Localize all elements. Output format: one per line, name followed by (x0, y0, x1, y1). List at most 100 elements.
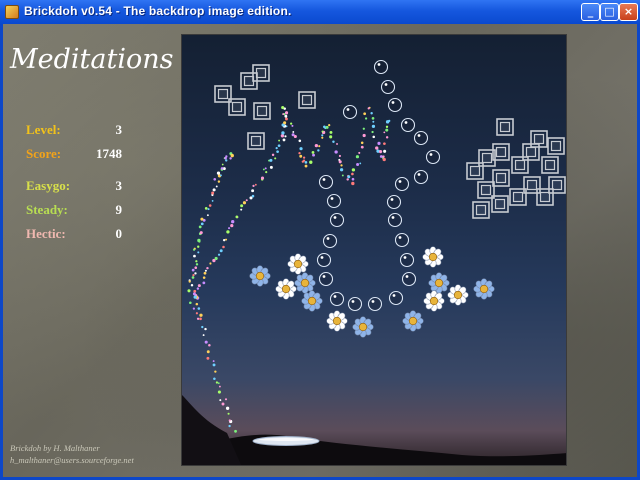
spark (329, 130, 333, 134)
spark (351, 181, 355, 186)
flower-icon[interactable] (422, 246, 444, 268)
bubble-shine (390, 198, 394, 201)
flower-icon[interactable] (249, 265, 271, 287)
spark (206, 356, 210, 360)
spark (200, 222, 204, 226)
playfield-canvas[interactable] (182, 35, 567, 466)
brick-inner (495, 146, 507, 158)
bubble-icon (413, 169, 429, 185)
spark (245, 199, 248, 202)
bubble-ring (388, 290, 404, 306)
flower-icon[interactable] (447, 284, 469, 306)
spark (212, 363, 216, 367)
close-button[interactable]: × (619, 3, 638, 21)
spark (217, 382, 220, 385)
minimize-button[interactable]: _ (581, 3, 600, 21)
bubble-ring (401, 271, 417, 287)
spark (281, 131, 285, 135)
spark (214, 370, 217, 373)
spark (351, 168, 356, 172)
spark (271, 153, 275, 157)
brick-inner (514, 159, 526, 171)
spark (206, 214, 209, 217)
brick-square-icon[interactable] (496, 118, 514, 136)
playfield[interactable] (181, 34, 567, 466)
spark (388, 119, 391, 122)
brick-square-icon[interactable] (547, 137, 565, 155)
spark (204, 207, 208, 210)
spark (321, 136, 324, 139)
tree-silhouette (182, 395, 242, 465)
title-bar[interactable]: Brickdoh v0.54 - The backdrop image edit… (0, 0, 640, 24)
brick-inner (533, 133, 545, 145)
maximize-button[interactable]: □ (600, 3, 619, 21)
app-window: Brickdoh v0.54 - The backdrop image edit… (0, 0, 640, 480)
brick-square-icon[interactable] (298, 91, 316, 109)
bubble-icon (380, 79, 396, 95)
spark (276, 150, 279, 154)
bubble-ring (373, 59, 389, 75)
bubble-ring (318, 174, 334, 190)
spark (265, 171, 268, 174)
flower-icon[interactable] (326, 310, 348, 332)
spark (371, 130, 374, 134)
spark (191, 276, 195, 279)
brick-square-icon[interactable] (472, 201, 490, 219)
spark (212, 188, 216, 192)
spark (362, 127, 365, 130)
flower-icon[interactable] (275, 278, 297, 300)
spark (356, 162, 360, 166)
brick-square-icon[interactable] (247, 132, 265, 150)
spark (194, 266, 198, 269)
bubble-shine (398, 236, 402, 239)
app-icon[interactable] (5, 5, 19, 19)
spark (200, 217, 204, 221)
flower-center (300, 278, 310, 288)
spark (226, 230, 230, 234)
spark (195, 263, 199, 266)
spark (202, 281, 206, 285)
hectic-value: 0 (115, 226, 123, 241)
bubble-ring (347, 296, 363, 312)
brick-square-icon[interactable] (492, 169, 510, 187)
spark (228, 227, 231, 230)
spark (195, 302, 199, 306)
bubble-shine (351, 300, 355, 303)
hectic-label: Hectic: (26, 226, 66, 241)
score-value: 1748 (96, 146, 122, 161)
bubble-ring (329, 212, 345, 228)
flower-icon[interactable] (402, 310, 424, 332)
flower-icon[interactable] (423, 290, 445, 312)
bubble-icon (373, 59, 389, 75)
flower-center (434, 278, 444, 288)
brick-inner (475, 204, 487, 216)
bubble-ring (394, 176, 410, 192)
brick-inner (480, 184, 492, 196)
spark (231, 220, 235, 224)
bubble-shine (392, 294, 396, 297)
flower-icon[interactable] (301, 290, 323, 312)
spark (359, 162, 362, 165)
bubble-shine (391, 216, 395, 219)
flower-icon[interactable] (473, 278, 495, 300)
flower-icon[interactable] (352, 316, 374, 338)
bubble-ring (413, 169, 429, 185)
spark (216, 171, 221, 175)
brick-square-icon[interactable] (541, 156, 559, 174)
spark (199, 313, 203, 317)
brick-square-icon[interactable] (253, 102, 271, 120)
flower-icon[interactable] (287, 253, 309, 275)
bubble-shine (384, 83, 388, 86)
spark (197, 307, 201, 310)
spark (197, 245, 200, 248)
spark (206, 266, 209, 270)
bubble-ring (367, 296, 383, 312)
spark (329, 135, 333, 139)
spark (282, 113, 285, 115)
brick-inner (256, 105, 268, 117)
flower-icon[interactable] (294, 272, 316, 294)
brick-square-icon[interactable] (548, 176, 566, 194)
flower-icon[interactable] (428, 272, 450, 294)
bubble-shine (405, 275, 409, 278)
bubble-shine (320, 256, 324, 259)
